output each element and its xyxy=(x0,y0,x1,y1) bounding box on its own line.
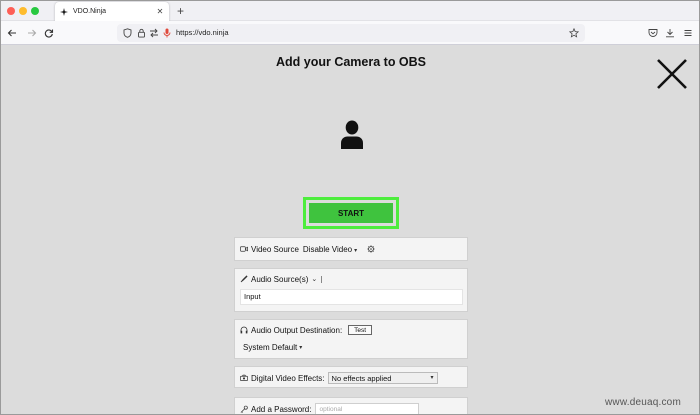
audio-source-label: Audio Source(s) xyxy=(251,274,309,284)
url-text[interactable]: https://vdo.ninja xyxy=(176,28,229,37)
minimize-window-button[interactable] xyxy=(19,7,27,15)
bookmark-star-icon[interactable] xyxy=(568,27,580,39)
lock-icon[interactable] xyxy=(135,27,147,39)
download-icon[interactable] xyxy=(663,26,677,40)
reload-icon[interactable] xyxy=(42,26,56,40)
gear-icon[interactable] xyxy=(367,245,375,253)
microphone-icon[interactable] xyxy=(161,27,173,39)
close-window-button[interactable] xyxy=(7,7,15,15)
effects-icon xyxy=(240,374,248,382)
watermark: www.deuaq.com xyxy=(605,397,681,408)
chevron-down-icon: ▾ xyxy=(430,375,434,381)
tab-title: VDO.Ninja xyxy=(73,8,107,15)
key-icon xyxy=(240,405,248,413)
video-effects-label: Digital Video Effects: xyxy=(251,373,325,383)
start-button[interactable]: START xyxy=(309,203,393,223)
navigation-bar: https://vdo.ninja xyxy=(1,21,699,45)
tab-vdo-ninja[interactable]: VDO.Ninja ✕ xyxy=(55,2,169,21)
audio-output-select[interactable]: System Default ▾ xyxy=(243,341,302,353)
audio-source-panel: Audio Source(s) ⌄ Input xyxy=(234,268,468,312)
video-camera-icon xyxy=(240,245,248,253)
ninja-star-icon xyxy=(60,7,68,16)
new-tab-button[interactable]: + xyxy=(177,3,184,19)
tab-close-icon[interactable]: ✕ xyxy=(154,7,166,16)
video-effects-row: Digital Video Effects: No effects applie… xyxy=(240,372,438,384)
pocket-icon[interactable] xyxy=(646,26,660,40)
shield-icon[interactable] xyxy=(121,27,133,39)
video-source-panel: Video Source Disable Video ▾ xyxy=(234,237,468,261)
tab-strip: VDO.Ninja ✕ + xyxy=(1,1,699,21)
microphone-icon xyxy=(240,275,248,283)
video-source-select[interactable]: Disable Video ▾ xyxy=(303,245,357,254)
audio-output-row: Audio Output Destination: Test xyxy=(240,324,373,336)
chevron-down-icon: ▾ xyxy=(354,247,358,254)
divider xyxy=(321,275,323,283)
video-effects-select[interactable]: No effects applied ▾ xyxy=(327,372,438,384)
video-effects-value: No effects applied xyxy=(331,374,392,383)
test-audio-button[interactable]: Test xyxy=(348,325,373,335)
password-input[interactable]: optional xyxy=(315,403,420,414)
audio-output-label: Audio Output Destination: xyxy=(251,325,343,335)
forward-arrow-icon[interactable] xyxy=(25,26,39,40)
video-source-value: Disable Video xyxy=(302,244,353,254)
close-icon[interactable] xyxy=(655,57,689,91)
audio-output-value: System Default xyxy=(243,342,298,352)
chevron-down-icon: ▾ xyxy=(299,344,303,351)
password-row: Add a Password: optional xyxy=(240,403,420,414)
audio-output-panel: Audio Output Destination: Test System De… xyxy=(234,319,468,359)
menu-icon[interactable] xyxy=(681,26,695,40)
maximize-window-button[interactable] xyxy=(31,7,39,15)
video-source-row: Video Source Disable Video ▾ xyxy=(240,243,378,255)
user-avatar-icon xyxy=(341,120,363,149)
audio-source-row: Audio Source(s) ⌄ xyxy=(240,273,323,285)
video-source-label: Video Source xyxy=(251,244,299,254)
chevron-down-icon[interactable]: ⌄ xyxy=(311,275,317,283)
back-arrow-icon[interactable] xyxy=(5,26,19,40)
permissions-icon[interactable] xyxy=(148,27,160,39)
url-bar[interactable]: https://vdo.ninja xyxy=(117,24,585,42)
audio-input-option[interactable]: Input xyxy=(240,289,463,305)
headphones-icon xyxy=(240,326,248,334)
browser-window: VDO.Ninja ✕ + https://vdo.ninja Add your… xyxy=(0,0,700,415)
video-effects-panel: Digital Video Effects: No effects applie… xyxy=(234,366,468,388)
page-title: Add your Camera to OBS xyxy=(275,55,427,69)
page-content: Add your Camera to OBS START Video Sourc… xyxy=(1,46,699,414)
password-label: Add a Password: xyxy=(251,404,312,414)
password-panel: Add a Password: optional xyxy=(234,397,468,414)
